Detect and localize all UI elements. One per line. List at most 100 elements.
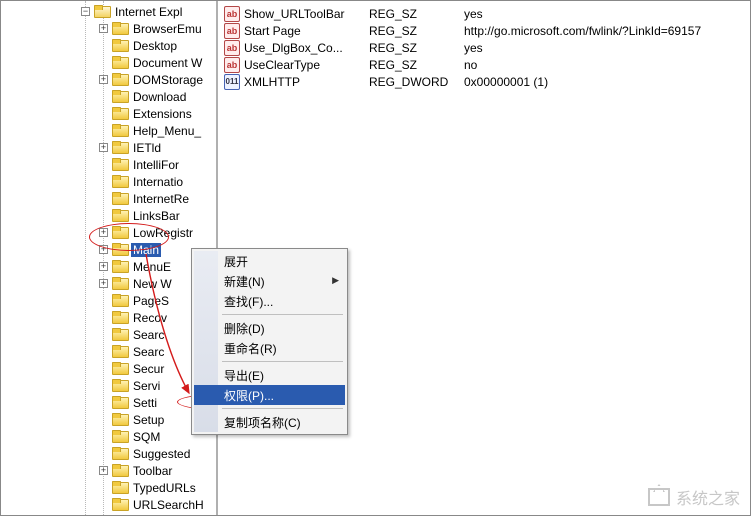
tree-node[interactable]: Download [1, 88, 216, 105]
tree-node[interactable]: PageS [1, 292, 216, 309]
folder-icon [112, 22, 128, 35]
context-menu-item[interactable]: 展开 [194, 251, 345, 271]
toggle-blank [99, 211, 108, 220]
tree-label: Searc [131, 328, 166, 342]
context-menu-label: 展开 [224, 253, 248, 270]
tree-label: Extensions [131, 107, 194, 121]
registry-value-row[interactable]: abUse_DlgBox_Co...REG_SZyes [224, 39, 744, 56]
context-menu-item[interactable]: 新建(N) [194, 271, 345, 291]
tree-node[interactable]: Setup [1, 411, 216, 428]
plus-icon[interactable]: + [99, 143, 108, 152]
tree-node[interactable]: Extensions [1, 105, 216, 122]
string-value-icon: ab [224, 23, 240, 39]
tree-label: Secur [131, 362, 166, 376]
tree-node[interactable]: +New W [1, 275, 216, 292]
context-menu-item[interactable]: 导出(E) [194, 365, 345, 385]
tree-label: Desktop [131, 39, 179, 53]
context-menu-item[interactable]: 查找(F)... [194, 291, 345, 311]
tree-node[interactable]: +Toolbar [1, 462, 216, 479]
folder-icon [112, 294, 128, 307]
value-type: REG_SZ [369, 41, 464, 55]
plus-icon[interactable]: + [99, 24, 108, 33]
toggle-blank [99, 381, 108, 390]
folder-icon [112, 447, 128, 460]
context-menu-item[interactable]: 删除(D) [194, 318, 345, 338]
context-menu-item[interactable]: 权限(P)... [194, 385, 345, 405]
registry-value-row[interactable]: abShow_URLToolBarREG_SZyes [224, 5, 744, 22]
tree-node[interactable]: SQM [1, 428, 216, 445]
tree-node[interactable]: Searc [1, 343, 216, 360]
folder-icon [112, 73, 128, 86]
tree-node[interactable]: Help_Menu_ [1, 122, 216, 139]
plus-icon[interactable]: + [99, 262, 108, 271]
tree-node[interactable]: Suggested [1, 445, 216, 462]
folder-icon [112, 311, 128, 324]
context-menu[interactable]: 展开新建(N)查找(F)... 删除(D)重命名(R) 导出(E)权限(P)... 复… [191, 248, 348, 435]
value-name: Use_DlgBox_Co... [244, 41, 369, 55]
tree-label: LinksBar [131, 209, 182, 223]
tree-label: Download [131, 90, 188, 104]
registry-tree-pane[interactable]: −Internet Expl + BrowserEmu DesktopDocument… [1, 1, 218, 515]
context-menu-item[interactable]: 复制项名称(C) [194, 412, 345, 432]
context-menu-separator [222, 361, 343, 362]
tree-node[interactable]: Document W [1, 54, 216, 71]
tree-node[interactable]: User Prefe [1, 513, 216, 515]
plus-icon[interactable]: + [99, 466, 108, 475]
folder-icon [112, 277, 128, 290]
value-name: Start Page [244, 24, 369, 38]
value-type: REG_DWORD [369, 75, 464, 89]
tree-node[interactable]: +DOMStorage [1, 71, 216, 88]
folder-icon [112, 396, 128, 409]
tree-node[interactable]: InternetRe [1, 190, 216, 207]
tree-node[interactable]: LinksBar [1, 207, 216, 224]
tree-node[interactable]: TypedURLs [1, 479, 216, 496]
folder-icon [112, 345, 128, 358]
toggle-blank [99, 194, 108, 203]
toggle-blank [99, 58, 108, 67]
value-data: 0x00000001 (1) [464, 75, 744, 89]
tree-node[interactable]: + BrowserEmu [1, 20, 216, 37]
tree-node[interactable]: +LowRegistr [1, 224, 216, 241]
registry-value-row[interactable]: 011XMLHTTPREG_DWORD0x00000001 (1) [224, 73, 744, 90]
tree-node[interactable]: Setti [1, 394, 216, 411]
folder-icon [112, 481, 128, 494]
tree-node-root[interactable]: −Internet Expl [1, 3, 216, 20]
folder-icon [112, 158, 128, 171]
toggle-blank [99, 126, 108, 135]
plus-icon[interactable]: + [99, 245, 108, 254]
tree-node[interactable]: +MenuE [1, 258, 216, 275]
tree-node[interactable]: IntelliFor [1, 156, 216, 173]
plus-icon[interactable]: + [99, 228, 108, 237]
tree-node[interactable]: Servi [1, 377, 216, 394]
value-data: http://go.microsoft.com/fwlink/?LinkId=6… [464, 24, 744, 38]
registry-value-row[interactable]: abStart PageREG_SZhttp://go.microsoft.co… [224, 22, 744, 39]
context-menu-label: 导出(E) [224, 367, 264, 384]
toggle-blank [99, 330, 108, 339]
tree-node[interactable]: URLSearchH [1, 496, 216, 513]
folder-icon [112, 328, 128, 341]
context-menu-separator [222, 314, 343, 315]
tree-node[interactable]: Recov [1, 309, 216, 326]
tree-node[interactable]: +IETld [1, 139, 216, 156]
tree-node[interactable]: Secur [1, 360, 216, 377]
registry-value-row[interactable]: abUseClearTypeREG_SZno [224, 56, 744, 73]
folder-icon [112, 260, 128, 273]
context-menu-label: 新建(N) [224, 273, 265, 290]
value-name: Show_URLToolBar [244, 7, 369, 21]
tree-node[interactable]: + Main [1, 241, 216, 258]
tree-node[interactable]: Internatio [1, 173, 216, 190]
tree-node[interactable]: Searc [1, 326, 216, 343]
plus-icon[interactable]: + [99, 75, 108, 84]
plus-icon[interactable]: + [99, 279, 108, 288]
tree-label: Recov [131, 311, 169, 325]
tree-label: Setti [131, 396, 159, 410]
string-value-icon: ab [224, 6, 240, 22]
context-menu-item[interactable]: 重命名(R) [194, 338, 345, 358]
minus-icon[interactable]: − [81, 7, 90, 16]
tree-label: Main [131, 243, 161, 257]
toggle-blank [99, 296, 108, 305]
folder-icon [112, 56, 128, 69]
tree-label: BrowserEmu [131, 22, 204, 36]
tree-label: User Prefe [131, 515, 192, 516]
tree-node[interactable]: Desktop [1, 37, 216, 54]
